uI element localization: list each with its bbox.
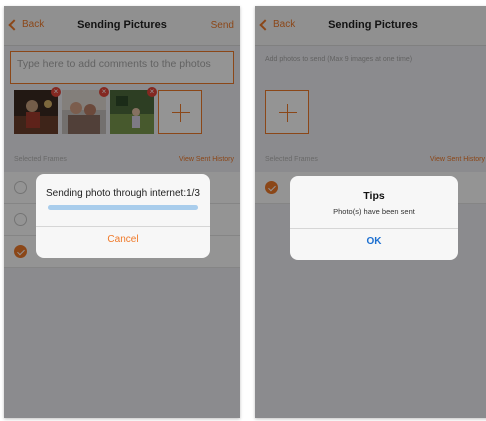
dialog-message: Photo(s) have been sent — [333, 207, 415, 216]
sending-progress-dialog: Sending photo through internet:1/3 Cance… — [36, 174, 210, 258]
progress-fill — [48, 205, 198, 210]
sending-screen: Back Sending Pictures Send Type here to … — [4, 6, 240, 418]
cancel-button[interactable]: Cancel — [36, 234, 210, 245]
dialog-title: Tips — [363, 190, 385, 202]
tips-dialog: Tips Photo(s) have been sent OK — [290, 176, 458, 260]
ok-button[interactable]: OK — [290, 236, 458, 247]
dialog-divider — [36, 226, 210, 227]
sent-screen: Back Sending Pictures Add photos to send… — [255, 6, 486, 418]
sending-message: Sending photo through internet:1/3 — [45, 188, 200, 199]
dialog-divider — [290, 228, 458, 229]
progress-bar — [48, 205, 198, 210]
